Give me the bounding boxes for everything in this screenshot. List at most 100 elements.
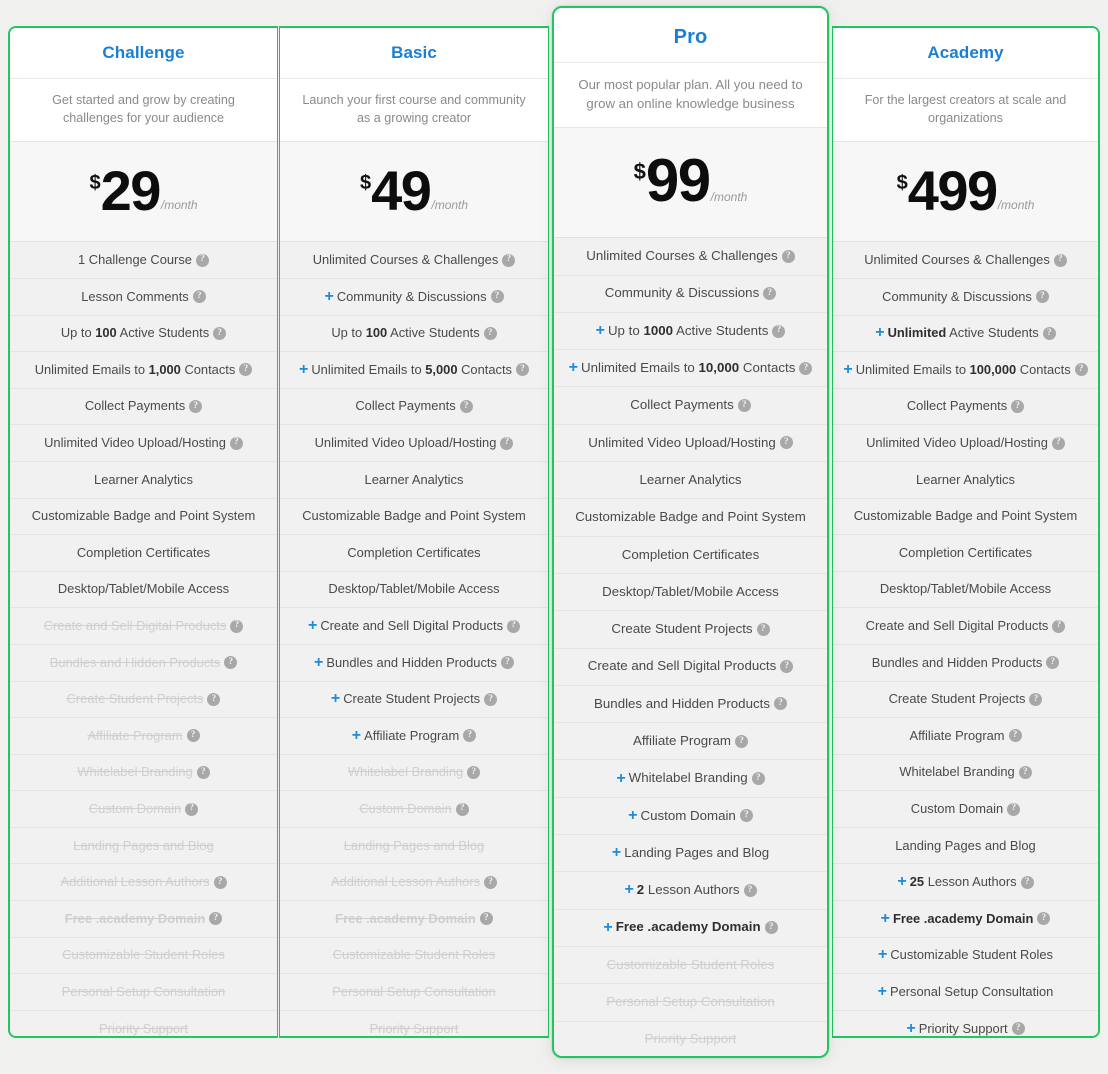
feature-label: Additional Lesson Authors	[330, 874, 481, 890]
feature-inner: Unlimited Video Upload/Hosting?	[588, 435, 793, 452]
help-icon[interactable]: ?	[185, 802, 199, 816]
feature-label: Whitelabel Branding	[628, 770, 748, 786]
feature-row: Unlimited Courses & Challenges?	[833, 242, 1098, 279]
feature-label: Personal Setup Consultation	[332, 983, 496, 999]
feature-inner: Personal Setup Consultation	[62, 984, 225, 1000]
plan-card-academy: Academy For the largest creators at scale…	[832, 26, 1100, 1038]
feature-inner: Community & Discussions?	[605, 285, 777, 302]
help-icon[interactable]: ?	[743, 883, 757, 897]
help-icon[interactable]: ?	[239, 363, 253, 377]
feature-inner: Custom Domain?	[359, 801, 469, 817]
help-icon[interactable]: ?	[479, 912, 493, 926]
feature-row: + Unlimited Emails to 5,000 Contacts?	[280, 352, 548, 389]
help-icon[interactable]: ?	[467, 765, 481, 779]
help-icon[interactable]: ?	[780, 660, 794, 674]
help-icon[interactable]: ?	[764, 921, 778, 935]
help-icon[interactable]: ?	[1029, 692, 1043, 706]
help-icon[interactable]: ?	[213, 875, 227, 889]
help-icon[interactable]: ?	[735, 734, 749, 748]
help-icon[interactable]: ?	[1053, 253, 1067, 267]
feature-row: + Bundles and Hidden Products?	[280, 645, 548, 682]
feature-label: Personal Setup Consultation	[889, 983, 1054, 999]
feature-row: Lesson Comments?	[10, 279, 277, 316]
help-icon[interactable]: ?	[502, 253, 516, 267]
feature-row: Completion Certificates	[280, 535, 548, 572]
help-icon[interactable]: ?	[455, 802, 469, 816]
help-icon[interactable]: ?	[1052, 619, 1066, 633]
plan-card-challenge: Challenge Get started and grow by creatin…	[8, 26, 278, 1038]
help-icon[interactable]: ?	[773, 697, 787, 711]
help-icon[interactable]: ?	[507, 619, 521, 633]
help-icon[interactable]: ?	[1007, 802, 1021, 816]
help-icon[interactable]: ?	[484, 875, 498, 889]
help-icon[interactable]: ?	[230, 619, 244, 633]
help-icon[interactable]: ?	[751, 772, 765, 786]
help-icon[interactable]: ?	[772, 324, 786, 338]
feature-label: Up to 100 Active Students	[60, 325, 210, 341]
help-icon[interactable]: ?	[1042, 326, 1056, 340]
feature-row: Personal Setup Consultation	[10, 974, 277, 1011]
feature-label: Affiliate Program	[632, 732, 732, 748]
feature-row: Learner Analytics	[280, 462, 548, 499]
feature-row: + Unlimited Active Students?	[833, 316, 1098, 353]
help-icon[interactable]: ?	[189, 400, 203, 414]
help-icon[interactable]: ?	[459, 400, 473, 414]
help-icon[interactable]: ?	[213, 326, 227, 340]
help-icon[interactable]: ?	[229, 436, 243, 450]
help-icon[interactable]: ?	[1008, 729, 1022, 743]
feature-row: Bundles and Hidden Products?	[554, 686, 827, 724]
plan-header: Pro	[554, 8, 827, 63]
price-period: /month	[160, 198, 198, 213]
help-icon[interactable]: ?	[1011, 400, 1025, 414]
help-icon[interactable]: ?	[196, 765, 210, 779]
help-icon[interactable]: ?	[186, 729, 200, 743]
plan-name: Basic	[391, 43, 437, 62]
feature-inner: Customizable Student Roles	[333, 947, 496, 963]
help-icon[interactable]: ?	[515, 363, 529, 377]
help-icon[interactable]: ?	[483, 326, 497, 340]
help-icon[interactable]: ?	[484, 692, 498, 706]
help-icon[interactable]: ?	[209, 912, 223, 926]
help-icon[interactable]: ?	[224, 656, 238, 670]
help-icon[interactable]: ?	[1011, 1022, 1025, 1036]
help-icon[interactable]: ?	[207, 692, 221, 706]
help-icon[interactable]: ?	[1046, 656, 1060, 670]
help-icon[interactable]: ?	[1018, 765, 1032, 779]
feature-inner: Customizable Badge and Point System	[854, 508, 1078, 524]
help-icon[interactable]: ?	[737, 399, 751, 413]
feature-row: Additional Lesson Authors?	[280, 864, 548, 902]
help-icon[interactable]: ?	[490, 290, 504, 304]
help-icon[interactable]: ?	[739, 809, 753, 823]
help-icon[interactable]: ?	[192, 290, 206, 304]
feature-row: + Create and Sell Digital Products?	[280, 608, 548, 645]
feature-row: Completion Certificates	[10, 535, 277, 572]
help-icon[interactable]: ?	[500, 656, 514, 670]
plus-icon: +	[330, 690, 341, 708]
feature-label: Desktop/Tablet/Mobile Access	[879, 581, 1052, 597]
feature-row: Desktop/Tablet/Mobile Access	[833, 572, 1098, 609]
help-icon[interactable]: ?	[1035, 290, 1049, 304]
help-icon[interactable]: ?	[1074, 363, 1088, 377]
help-icon[interactable]: ?	[195, 253, 209, 267]
feature-inner: Unlimited Emails to 1,000 Contacts?	[35, 362, 253, 378]
plan-name: Pro	[673, 26, 708, 48]
help-icon[interactable]: ?	[500, 436, 514, 450]
help-icon[interactable]: ?	[781, 249, 795, 263]
help-icon[interactable]: ?	[799, 361, 813, 375]
help-icon[interactable]: ?	[756, 622, 770, 636]
feature-label: Custom Domain	[640, 807, 736, 823]
feature-label: Affiliate Program	[364, 727, 460, 743]
help-icon[interactable]: ?	[1020, 875, 1034, 889]
help-icon[interactable]: ?	[779, 436, 793, 450]
help-icon[interactable]: ?	[1051, 436, 1065, 450]
feature-inner: Learner Analytics	[916, 472, 1015, 488]
feature-row: Customizable Student Roles	[280, 938, 548, 975]
feature-inner: Collect Payments?	[85, 398, 203, 414]
feature-row: Custom Domain?	[280, 791, 548, 828]
feature-inner: Additional Lesson Authors?	[330, 874, 498, 890]
feature-inner: + Customizable Student Roles	[878, 947, 1053, 963]
help-icon[interactable]: ?	[1037, 912, 1051, 926]
help-icon[interactable]: ?	[763, 287, 777, 301]
help-icon[interactable]: ?	[463, 729, 477, 743]
feature-label: Unlimited Courses & Challenges	[864, 252, 1050, 268]
